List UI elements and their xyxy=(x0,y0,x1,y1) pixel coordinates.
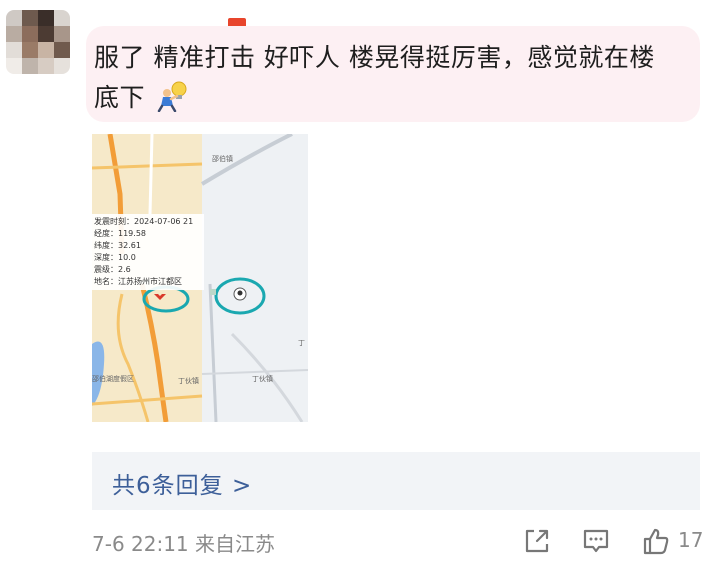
comment-line-1: 服了 精准打击 好吓人 楼晃得挺厉害，感觉就在楼 xyxy=(94,43,655,72)
earthquake-info-panel: 发震时刻：2024-07-06 21 经度：119.58 纬度：32.61 深度… xyxy=(92,214,204,290)
map-label-right: 丁 xyxy=(298,339,305,347)
map-label-bottom-right: 丁伙镇 xyxy=(252,375,273,383)
thumbs-up-icon[interactable] xyxy=(641,526,671,556)
map-label-left: 邵伯湖度假区 xyxy=(92,375,134,383)
view-replies-link[interactable]: 共6条回复 > xyxy=(112,466,252,500)
walking-person-lightbulb-icon xyxy=(158,81,187,112)
map-label-bottom-mid: 丁伙镇 xyxy=(178,377,199,385)
like-count: 17 xyxy=(678,528,704,552)
share-icon[interactable] xyxy=(522,526,552,556)
map-label-top: 邵伯镇 xyxy=(212,155,233,163)
comment-line-2: 底下 xyxy=(94,78,690,118)
comment-meta: 7-6 22:11 来自江苏 xyxy=(92,532,276,556)
comment-text: 服了 精准打击 好吓人 楼晃得挺厉害，感觉就在楼 底下 xyxy=(94,38,690,118)
earthquake-map-image[interactable]: 发震时刻：2024-07-06 21 经度：119.58 纬度：32.61 深度… xyxy=(92,134,308,422)
avatar[interactable] xyxy=(6,10,70,74)
comment-line-2-text: 底下 xyxy=(94,83,146,112)
comment-icon[interactable] xyxy=(581,526,611,556)
replies-bar[interactable]: 共6条回复 > xyxy=(92,452,700,510)
